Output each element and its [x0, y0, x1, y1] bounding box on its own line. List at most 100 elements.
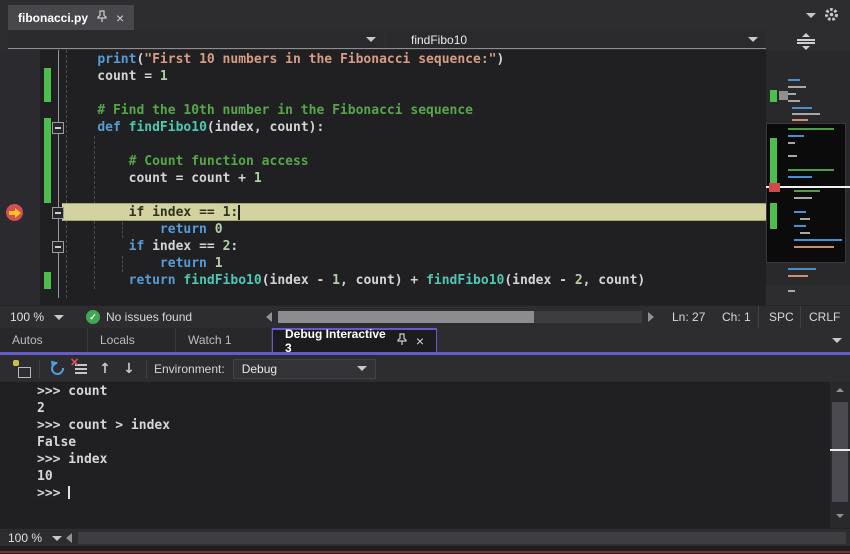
interactive-toolbar: ✕ ↑ ↓ Environment: Debug	[0, 355, 850, 382]
hscrollbar-thumb[interactable]	[78, 532, 846, 544]
debug-statusbar-edge	[0, 551, 850, 553]
issues-status-text: No issues found	[106, 310, 192, 324]
minimap-code-mark	[792, 113, 820, 115]
code-line	[66, 136, 766, 153]
hscrollbar-track[interactable]	[278, 311, 642, 323]
clear-screen-icon[interactable]: ✕	[71, 359, 91, 379]
tab-autos[interactable]: Autos	[0, 328, 88, 352]
minimap-code-mark	[794, 197, 812, 199]
line-ending-indicator[interactable]: CRLF	[809, 310, 840, 324]
issues-check-icon: ✓	[86, 310, 100, 324]
fold-collapse-box[interactable]	[52, 207, 64, 219]
editor-status-bar: 100 % ✓ No issues found Ln: 27 Ch: 1 SPC…	[0, 305, 850, 328]
code-line: # Count function access	[66, 153, 766, 170]
console-line: 2	[37, 400, 830, 417]
tab-locals[interactable]: Locals	[88, 328, 176, 352]
new-interactive-window-icon[interactable]	[12, 359, 32, 379]
scroll-down-icon[interactable]	[836, 514, 844, 518]
vscrollbar-thumb[interactable]	[832, 402, 848, 502]
minimap-code-mark	[800, 232, 810, 234]
environment-label: Environment:	[154, 362, 225, 376]
zoom-chevron-down-icon[interactable]	[52, 536, 62, 541]
spaces-indicator[interactable]: SPC	[769, 310, 794, 324]
vs-debug-window: { "colors": { "accent_purple": "#655cc8"…	[0, 0, 850, 554]
member-dropdown-value: findFibo10	[411, 33, 467, 47]
minimap-change-mark	[770, 90, 777, 102]
fold-collapse-box[interactable]	[52, 122, 64, 134]
tool-window-tab-strip: Autos LocalsWatch 1Debug Interactive 3×	[0, 328, 850, 352]
minimap-column[interactable]	[766, 30, 850, 305]
console-line: >>> index	[37, 451, 830, 468]
minimap-code-mark	[788, 93, 796, 95]
tab-watch-1[interactable]: Watch 1	[176, 328, 272, 352]
breakpoint-margin[interactable]	[0, 50, 40, 305]
console-line: >>> count	[37, 383, 830, 400]
code-line: count = count + 1	[66, 170, 766, 187]
text-cursor	[68, 486, 70, 499]
scope-dropdown[interactable]	[8, 31, 384, 48]
minimap-code-mark	[788, 86, 806, 88]
code-line: def findFibo10(index, count):	[66, 119, 766, 136]
close-icon[interactable]: ×	[416, 335, 424, 347]
minimap-code-mark	[788, 128, 834, 130]
console-line: 10	[37, 468, 830, 485]
code-line: # Find the 10th number in the Fibonacci …	[66, 102, 766, 119]
minimap-code-mark	[788, 275, 808, 277]
divider	[800, 306, 801, 329]
member-dropdown[interactable]: findFibo10	[385, 31, 766, 48]
change-tracking-bar	[44, 68, 51, 102]
pin-icon[interactable]	[397, 333, 407, 349]
minimap-code-mark	[794, 239, 842, 241]
minimap-change-mark	[770, 138, 777, 184]
code-line: print("First 10 numbers in the Fibonacci…	[66, 51, 766, 68]
hscroll-left-icon[interactable]	[66, 533, 72, 543]
console-input-line[interactable]: >>>	[37, 485, 830, 502]
pin-icon[interactable]	[97, 10, 107, 26]
chevron-down-icon	[366, 37, 376, 42]
minimap-code-mark	[788, 135, 804, 137]
minimap-code-mark	[794, 211, 806, 213]
window-chevron-down-icon[interactable]	[806, 13, 816, 18]
hscrollbar-thumb[interactable]	[278, 311, 534, 323]
chevron-down-icon	[357, 366, 367, 371]
minimap-viewport[interactable]	[766, 123, 846, 263]
code-line	[66, 187, 766, 204]
history-previous-icon[interactable]: ↑	[95, 359, 115, 379]
code-editor[interactable]: print("First 10 numbers in the Fibonacci…	[0, 50, 766, 305]
minimap-breakpoint-mark	[769, 183, 780, 192]
interactive-console[interactable]: >>> count2>>> count > indexFalse>>> inde…	[0, 382, 830, 528]
scroll-up-icon[interactable]	[836, 388, 844, 392]
minimap-code-mark	[788, 79, 800, 81]
gear-icon[interactable]	[824, 7, 839, 25]
editor-split-handle-icon[interactable]	[795, 33, 817, 49]
console-zoom-value[interactable]: 100 %	[8, 531, 42, 545]
tab-label: Autos	[12, 333, 43, 347]
document-tab-fibonacci[interactable]: fibonacci.py ×	[8, 5, 134, 30]
breakpoint-current-statement-icon[interactable]	[6, 204, 23, 221]
hscroll-right-icon[interactable]	[648, 312, 654, 322]
reset-icon[interactable]	[47, 359, 67, 379]
zoom-chevron-down-icon[interactable]	[54, 315, 64, 320]
hscroll-left-icon[interactable]	[266, 312, 272, 322]
history-next-icon[interactable]: ↓	[119, 359, 139, 379]
code-area[interactable]: print("First 10 numbers in the Fibonacci…	[66, 51, 766, 289]
minimap-code-mark	[788, 100, 800, 102]
minimap-code-mark	[792, 119, 808, 121]
code-line: return 1	[66, 255, 766, 272]
minimap[interactable]	[766, 50, 850, 285]
divider	[39, 360, 40, 378]
divider	[758, 306, 759, 329]
close-icon[interactable]: ×	[116, 12, 124, 24]
code-line: return findFibo10(index - 1, count) + fi…	[66, 272, 766, 289]
environment-dropdown[interactable]: Debug	[233, 359, 376, 379]
console-vscrollbar[interactable]	[830, 382, 850, 528]
minimap-code-mark	[794, 225, 806, 227]
tab-debug-interactive-3[interactable]: Debug Interactive 3×	[272, 328, 437, 352]
minimap-code-mark	[792, 107, 812, 109]
code-line-current: if index == 1:	[66, 204, 766, 221]
tab-strip-chevron-down-icon[interactable]	[832, 338, 842, 343]
change-tracking-bar	[44, 272, 51, 289]
fold-collapse-box[interactable]	[52, 241, 64, 253]
document-tab-label: fibonacci.py	[18, 11, 88, 25]
editor-zoom-value[interactable]: 100 %	[10, 310, 44, 324]
